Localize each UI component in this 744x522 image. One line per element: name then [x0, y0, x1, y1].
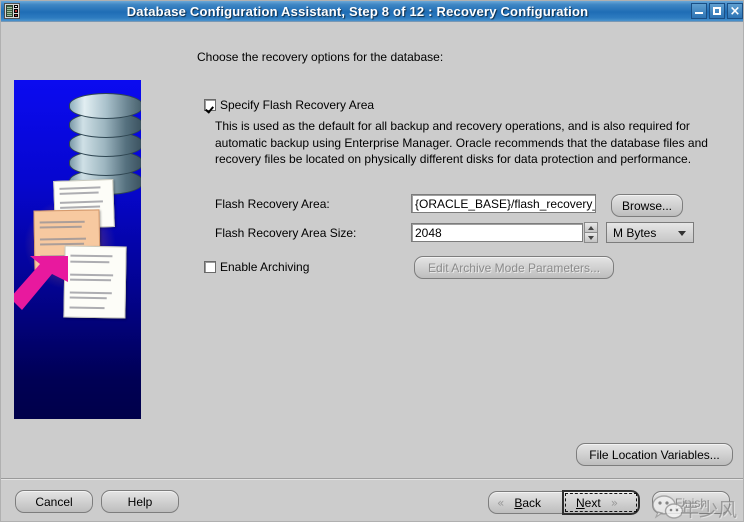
footer-divider [1, 478, 743, 480]
page-instruction: Choose the recovery options for the data… [197, 50, 444, 64]
size-unit-dropdown[interactable]: M Bytes [606, 222, 694, 243]
flash-recovery-area-input[interactable]: {ORACLE_BASE}/flash_recovery_ [411, 194, 596, 213]
window-titlebar: Database Configuration Assistant, Step 8… [1, 1, 743, 22]
dialog-body: Choose the recovery options for the data… [1, 22, 743, 521]
specify-flash-recovery-area-checkbox[interactable] [204, 99, 216, 111]
specify-flash-recovery-area-label: Specify Flash Recovery Area [220, 98, 375, 112]
enable-archiving-label: Enable Archiving [220, 260, 310, 274]
flash-recovery-area-size-label: Flash Recovery Area Size: [215, 225, 357, 240]
magenta-arrow-icon [14, 256, 68, 310]
flash-recovery-area-row: Flash Recovery Area: {ORACLE_BASE}/flash… [215, 194, 596, 213]
specify-flash-recovery-area-checkbox-row[interactable]: Specify Flash Recovery Area [204, 98, 374, 112]
file-location-variables-button[interactable]: File Location Variables... [576, 443, 733, 466]
edit-archive-mode-parameters-button: Edit Archive Mode Parameters... [414, 256, 614, 279]
back-button[interactable]: « Back [488, 491, 562, 514]
size-spinner[interactable] [584, 222, 598, 243]
enable-archiving-checkbox-row[interactable]: Enable Archiving [204, 260, 309, 274]
enable-archiving-checkbox[interactable] [204, 261, 216, 273]
finish-button-label: Finish [674, 495, 708, 510]
spinner-down-icon[interactable] [584, 232, 598, 243]
flash-recovery-area-size-row: Flash Recovery Area Size: 2048 M Bytes [215, 222, 694, 243]
wizard-illustration [14, 80, 141, 419]
flash-recovery-area-size-input[interactable]: 2048 [411, 223, 583, 242]
document-sheet [63, 245, 127, 319]
dbca-dialog-window: Database Configuration Assistant, Step 8… [0, 0, 744, 522]
size-unit-value: M Bytes [613, 225, 657, 240]
focus-ring [565, 493, 637, 512]
back-button-label: Back [514, 495, 542, 510]
help-button[interactable]: Help [101, 490, 179, 513]
chevron-down-icon [678, 231, 686, 236]
finish-button: Finish [652, 491, 730, 514]
window-title: Database Configuration Assistant, Step 8… [126, 3, 589, 19]
window-controls: × [691, 3, 743, 19]
footer-left-buttons: Cancel Help [15, 490, 179, 513]
minimize-button[interactable] [691, 3, 707, 19]
browse-button[interactable]: Browse... [611, 194, 683, 217]
chevron-left-icon: « [497, 495, 505, 510]
next-button[interactable]: Next » [562, 490, 640, 515]
spinner-up-icon[interactable] [584, 222, 598, 232]
flash-recovery-area-label: Flash Recovery Area: [215, 196, 330, 211]
close-button[interactable]: × [727, 3, 743, 19]
maximize-button[interactable] [709, 3, 725, 19]
flash-recovery-description: This is used as the default for all back… [215, 119, 708, 166]
database-icon [4, 3, 20, 19]
cancel-button[interactable]: Cancel [15, 490, 93, 513]
footer-navigation-buttons: « Back Next » Finish [488, 490, 730, 515]
